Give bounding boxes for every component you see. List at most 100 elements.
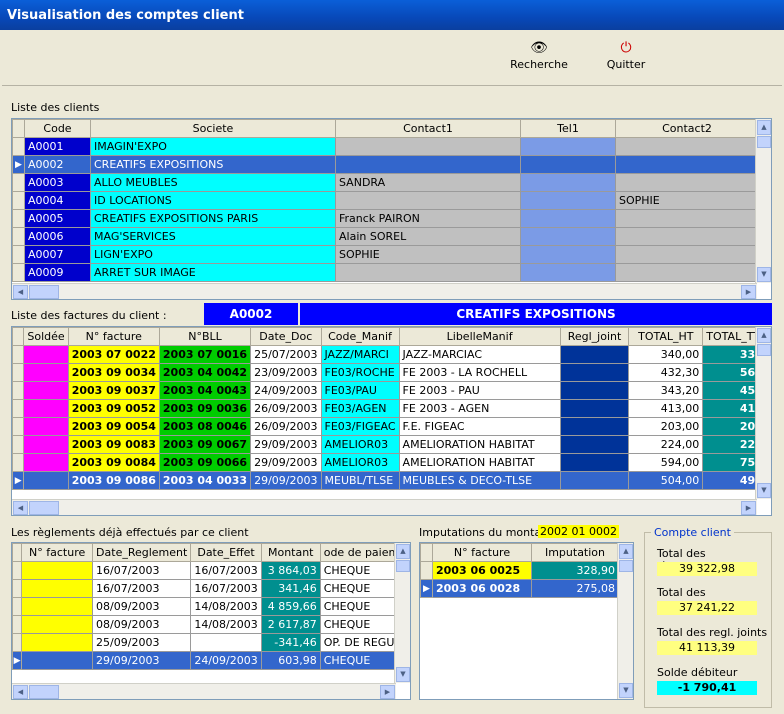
invoice-code-manif-cell[interactable]: AMELIOR03 (320, 435, 400, 454)
client-contact2-cell[interactable] (615, 137, 759, 156)
row-indicator[interactable] (12, 137, 25, 156)
scroll-thumb[interactable] (29, 685, 59, 699)
payment-date-reglement-cell[interactable]: 29/09/2003 (92, 651, 192, 670)
table-row[interactable]: A0007 LIGN'EXPO SOPHIE (12, 245, 759, 264)
table-row[interactable]: 08/09/2003 14/08/2003 4 859,66 CHEQUE (12, 597, 410, 616)
table-row[interactable]: 08/09/2003 14/08/2003 2 617,87 CHEQUE (12, 615, 410, 634)
invoice-regl-joint-cell[interactable] (559, 417, 630, 436)
payment-date-effet-cell[interactable]: 24/09/2003 (190, 651, 262, 670)
invoice-libelle-cell[interactable]: F.E. FIGEAC (398, 417, 561, 436)
payment-montant-cell[interactable]: -341,46 (260, 633, 321, 652)
invoice-number-cell[interactable]: 2003 07 0022 (67, 345, 160, 364)
row-indicator[interactable] (12, 209, 25, 228)
invoice-date-cell[interactable]: 29/09/2003 (250, 435, 322, 454)
table-row[interactable]: 2003 09 0084 2003 09 0066 29/09/2003 AMELIO… (12, 453, 771, 472)
invoice-date-cell[interactable]: 24/09/2003 (250, 381, 322, 400)
table-row[interactable]: 2003 09 0034 2003 04 0042 23/09/2003 FE03/R… (12, 363, 771, 382)
invoice-number-cell[interactable]: 2003 09 0083 (67, 435, 160, 454)
invoice-code-manif-cell[interactable]: JAZZ/MARCI (320, 345, 400, 364)
row-indicator[interactable]: ▶ (12, 155, 25, 174)
client-contact2-cell[interactable] (615, 173, 759, 192)
col-date-doc[interactable]: Date_Doc (250, 327, 322, 346)
col-montant[interactable]: Montant (260, 543, 321, 562)
invoice-total-ht-cell[interactable]: 224,00 (628, 435, 704, 454)
scroll-right-icon[interactable]: ▶ (741, 501, 756, 515)
row-indicator[interactable] (420, 561, 433, 580)
payment-montant-cell[interactable]: 341,46 (260, 579, 321, 598)
row-indicator[interactable] (12, 633, 23, 652)
invoice-regl-joint-cell[interactable] (559, 453, 630, 472)
client-contact1-cell[interactable]: SANDRA (335, 173, 521, 192)
invoice-libelle-cell[interactable]: JAZZ-MARCIAC (398, 345, 561, 364)
scroll-left-icon[interactable]: ◀ (13, 501, 28, 515)
client-contact2-cell[interactable] (615, 227, 759, 246)
invoice-date-cell[interactable]: 26/09/2003 (250, 399, 322, 418)
table-row[interactable]: A0006 MAG'SERVICES Alain SOREL (12, 227, 759, 246)
invoice-soldee-cell[interactable] (23, 417, 69, 436)
client-code-cell[interactable]: A0009 (24, 263, 91, 282)
invoice-regl-joint-cell[interactable] (559, 471, 630, 490)
payment-montant-cell[interactable]: 3 864,03 (260, 561, 321, 580)
scroll-down-icon[interactable]: ▼ (396, 667, 410, 682)
invoice-date-cell[interactable]: 29/09/2003 (250, 471, 322, 490)
scroll-down-icon[interactable]: ▼ (757, 267, 771, 282)
invoice-soldee-cell[interactable] (23, 345, 69, 364)
payment-date-reglement-cell[interactable]: 08/09/2003 (92, 615, 192, 634)
client-contact2-cell[interactable] (615, 155, 759, 174)
invoice-number-cell[interactable]: 2003 09 0052 (67, 399, 160, 418)
col-contact1[interactable]: Contact1 (335, 119, 521, 138)
row-indicator[interactable] (12, 173, 25, 192)
scroll-thumb[interactable] (757, 344, 771, 356)
table-row[interactable]: 2003 09 0052 2003 09 0036 26/09/2003 FE03/A… (12, 399, 771, 418)
invoice-date-cell[interactable]: 23/09/2003 (250, 363, 322, 382)
client-code-cell[interactable]: A0002 (24, 155, 91, 174)
invoice-bll-cell[interactable]: 2003 04 0043 (158, 381, 252, 400)
client-tel1-cell[interactable] (520, 209, 616, 228)
col-soldee[interactable]: Soldée (23, 327, 69, 346)
table-row[interactable]: A0005 CREATIFS EXPOSITIONS PARIS Franck PA… (12, 209, 759, 228)
row-indicator[interactable] (12, 191, 25, 210)
quit-button[interactable]: ⏻ Quitter (594, 38, 658, 80)
scroll-thumb[interactable] (396, 560, 410, 572)
invoice-date-cell[interactable]: 25/07/2003 (250, 345, 322, 364)
clients-hscroll[interactable]: ◀ ▶ (12, 283, 757, 299)
client-contact1-cell[interactable]: Alain SOREL (335, 227, 521, 246)
invoice-number-cell[interactable]: 2003 09 0084 (67, 453, 160, 472)
invoice-code-manif-cell[interactable]: MEUBL/TLSE (320, 471, 400, 490)
invoice-libelle-cell[interactable]: FE 2003 - AGEN (398, 399, 561, 418)
invoice-soldee-cell[interactable] (23, 363, 69, 382)
client-code-cell[interactable]: A0001 (24, 137, 91, 156)
invoice-bll-cell[interactable]: 2003 09 0036 (158, 399, 252, 418)
payment-montant-cell[interactable]: 2 617,87 (260, 615, 321, 634)
imputation-value-cell[interactable]: 275,08 (531, 579, 619, 598)
client-contact1-cell[interactable]: Franck PAIRON (335, 209, 521, 228)
col-code[interactable]: Code (24, 119, 91, 138)
client-contact1-cell[interactable]: SOPHIE (335, 245, 521, 264)
scroll-up-icon[interactable]: ▲ (619, 544, 633, 559)
client-contact2-cell[interactable] (615, 263, 759, 282)
table-row[interactable]: ▶ 2003 06 0028 275,08 (420, 579, 619, 598)
invoices-grid[interactable]: Soldée N° facture N°BLL Date_Doc Code_Ma… (11, 326, 772, 516)
table-row[interactable]: ▶ A0002 CREATIFS EXPOSITIONS (12, 155, 759, 174)
scroll-up-icon[interactable]: ▲ (757, 120, 771, 135)
payment-facture-cell[interactable] (21, 597, 94, 616)
row-indicator[interactable]: ▶ (12, 651, 23, 670)
col-date-reglement[interactable]: Date_Reglement (92, 543, 192, 562)
client-contact1-cell[interactable] (335, 263, 521, 282)
invoice-number-cell[interactable]: 2003 09 0034 (67, 363, 160, 382)
scroll-thumb[interactable] (29, 501, 59, 515)
payment-facture-cell[interactable] (21, 615, 94, 634)
col-code-manif[interactable]: Code_Manif (320, 327, 400, 346)
col-facture[interactable]: N° facture (67, 327, 160, 346)
invoice-regl-joint-cell[interactable] (559, 363, 630, 382)
client-tel1-cell[interactable] (520, 137, 616, 156)
payment-date-reglement-cell[interactable]: 16/07/2003 (92, 561, 192, 580)
client-tel1-cell[interactable] (520, 227, 616, 246)
row-indicator[interactable] (12, 453, 25, 472)
col-total-ht[interactable]: TOTAL_HT (628, 327, 704, 346)
row-indicator[interactable] (12, 615, 23, 634)
scroll-down-icon[interactable]: ▼ (757, 483, 771, 498)
invoice-code-manif-cell[interactable]: AMELIOR03 (320, 453, 400, 472)
client-tel1-cell[interactable] (520, 245, 616, 264)
client-code-cell[interactable]: A0004 (24, 191, 91, 210)
